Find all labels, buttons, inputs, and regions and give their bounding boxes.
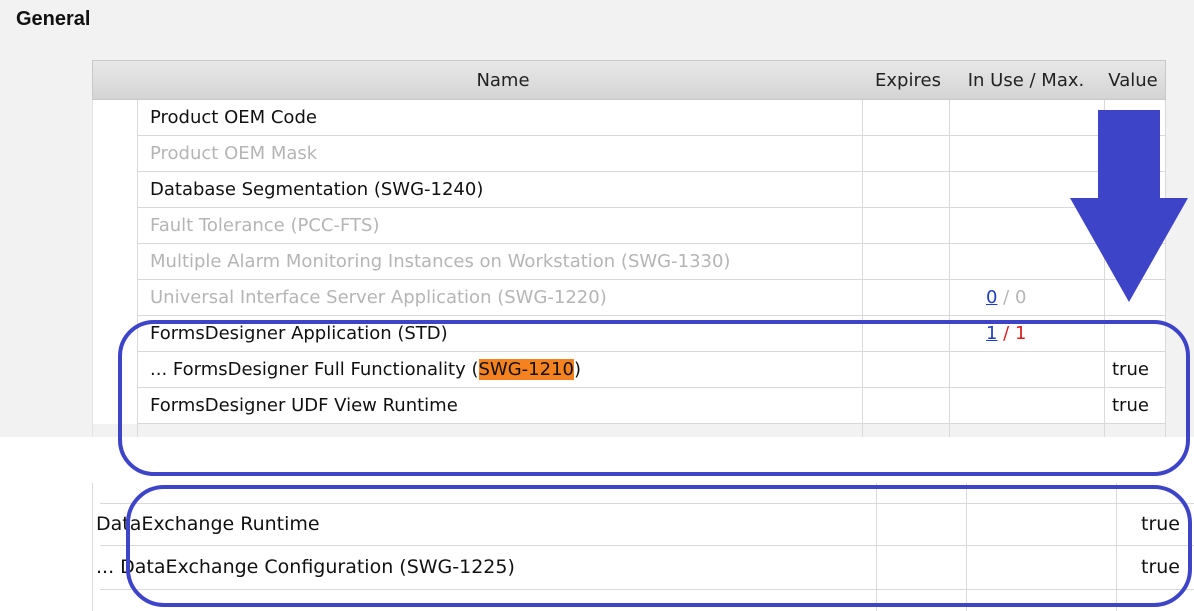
arrow-down-icon [1070, 110, 1188, 302]
annotation-box-bottom [126, 485, 1192, 607]
annotation-box-top [118, 320, 1190, 476]
annotation-layer [118, 110, 1192, 607]
